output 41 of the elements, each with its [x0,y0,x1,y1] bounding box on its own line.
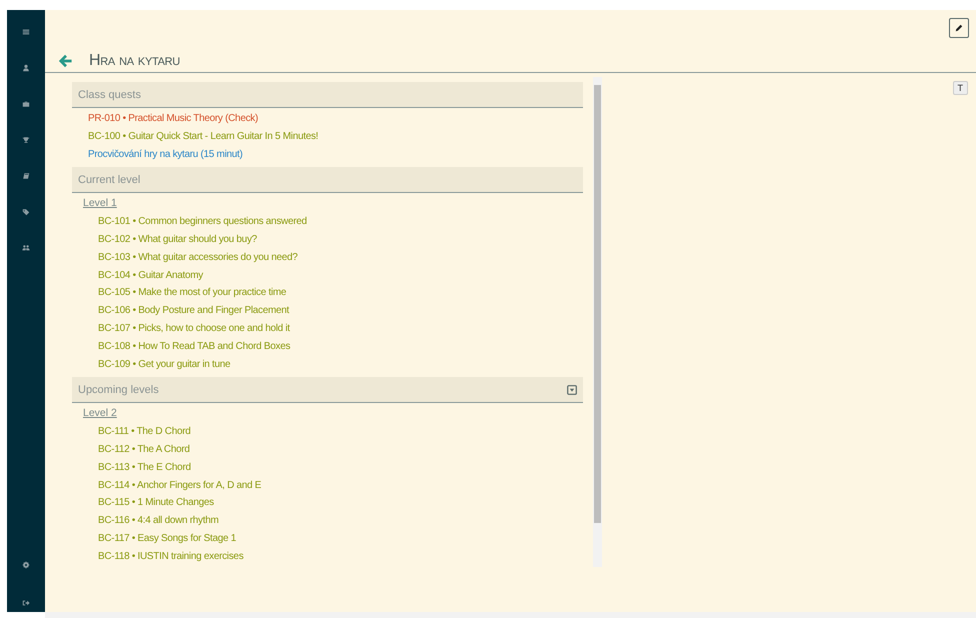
trophy-icon[interactable] [22,136,30,144]
quest-link[interactable]: BC-108 • How To Read TAB and Chord Boxes [72,338,290,356]
text-button[interactable]: T [952,81,968,95]
user-icon[interactable] [22,64,30,72]
level-link[interactable]: Level 2 [72,405,117,424]
section-title: Class quests [78,88,141,100]
quest-link[interactable]: BC-105 • Make the most of your practice time [72,284,286,302]
quest-link[interactable]: BC-107 • Picks, how to choose one and hold it [72,320,290,338]
quest-link[interactable]: BC-118 • IUSTIN training exercises [72,548,244,566]
quest-link[interactable]: BC-103 • What guitar accessories do you need? [72,248,298,267]
scrollbar[interactable] [593,77,602,567]
quest-link[interactable]: BC-113 • The E Chord [72,458,191,477]
quest-link[interactable]: BC-115 • 1 Minute Changes [72,494,214,512]
quest-link[interactable]: BC-114 • Anchor Fingers for A, D and E [72,476,262,494]
quest-link[interactable]: BC-116 • 4:4 all down rhythm [72,512,219,530]
page-title: Hra na kytaru [89,52,180,70]
quest-link[interactable]: Procvičování hry na kytaru (15 minut) [72,146,243,164]
quest-link[interactable]: BC-100 • Guitar Quick Start - Learn Guitar In 5 Minutes! [72,128,318,146]
quest-link[interactable]: BC-104 • Guitar Anatomy [72,266,203,284]
tag-icon[interactable] [22,208,30,216]
section-title: Current level [78,174,140,186]
quest-link[interactable]: BC-102 • What guitar should you buy? [72,230,257,249]
pencil-icon [955,24,963,32]
quest-link[interactable]: BC-117 • Easy Songs for Stage 1 [72,530,236,548]
quest-link[interactable]: BC-112 • The A Chord [72,440,190,459]
edit-button[interactable] [949,18,969,38]
settings-icon[interactable] [22,561,30,569]
quest-link[interactable]: PR-010 • Practical Music Theory (Check) [72,110,258,128]
quest-link[interactable]: BC-106 • Body Posture and Finger Placement [72,302,290,320]
level-link[interactable]: Level 1 [72,195,117,214]
back-arrow-icon[interactable] [59,54,73,68]
briefcase-icon[interactable] [22,100,30,108]
book-icon[interactable] [22,172,30,180]
menu-icon[interactable] [22,28,30,36]
quest-link[interactable]: BC-109 • Get your guitar in tune [72,356,230,374]
quest-link[interactable]: BC-101 • Common beginners questions answered [72,213,307,231]
quest-link[interactable]: BC-111 • The D Chord [72,423,191,441]
section-title: Upcoming levels [78,384,159,396]
logout-icon[interactable] [22,599,30,607]
users-icon[interactable] [22,244,30,252]
collapse-toggle-icon[interactable] [567,384,577,395]
